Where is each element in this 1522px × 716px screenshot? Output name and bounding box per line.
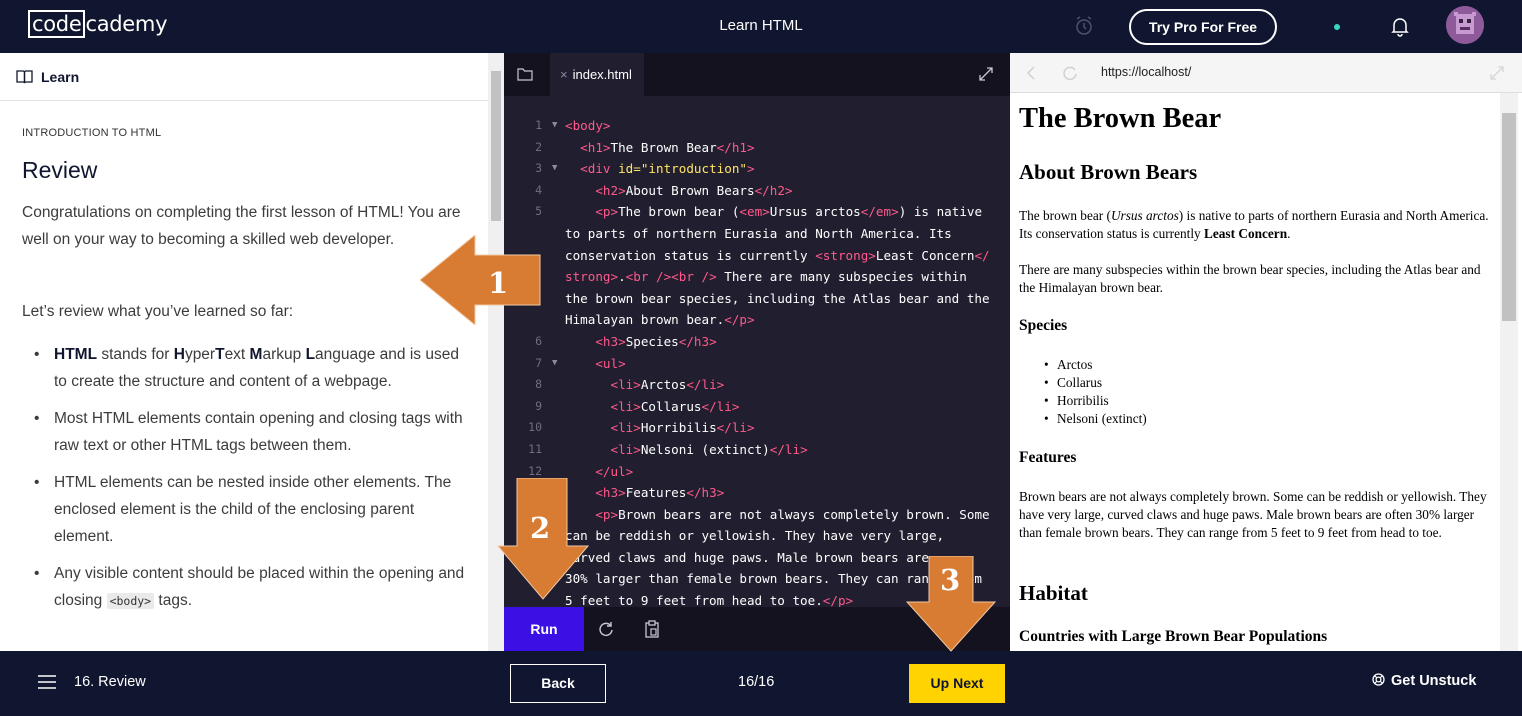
expand-icon[interactable] — [978, 66, 994, 82]
clipboard-icon[interactable] — [644, 620, 660, 638]
list-item: Most HTML elements contain opening and c… — [32, 405, 472, 459]
editor-tab-bar: × index.html — [504, 53, 1010, 96]
code-line: 9 <li>Collarus</li> — [535, 398, 740, 414]
intro-paragraph: Congratulations on completing the first … — [22, 204, 461, 248]
list-item: Nelsoni (extinct) — [1044, 410, 1147, 428]
annotation-number: 3 — [940, 563, 960, 597]
code-line: 5 <p>The brown bear (<em>Ursus arctos</e… — [535, 204, 983, 220]
scrollbar-thumb[interactable] — [491, 71, 501, 221]
code-line-wrap: the brown bear species, including the At… — [565, 290, 990, 306]
up-next-button[interactable]: Up Next — [909, 664, 1005, 703]
preview-species-list: Arctos Collarus Horribilis Nelsoni (exti… — [1044, 356, 1147, 428]
back-button[interactable]: Back — [510, 664, 606, 703]
code-line-wrap: strong>.<br /><br /> There are many subs… — [565, 269, 967, 285]
learn-panel: Learn INTRODUCTION TO HTML Review Congra… — [0, 53, 488, 651]
list-item: Any visible content should be placed wit… — [32, 560, 472, 615]
list-item: Horribilis — [1044, 392, 1147, 410]
reset-icon[interactable] — [598, 621, 614, 637]
lifebuoy-icon — [1372, 673, 1385, 686]
preview-h3-features: Features — [1019, 449, 1077, 466]
back-arrow-icon[interactable] — [1025, 65, 1037, 81]
code-line-wrap: conservation status is currently <strong… — [565, 247, 990, 263]
browser-preview: https://localhost/ The Brown Bear About … — [1010, 53, 1522, 651]
review-list: HTML stands for HyperText Markup Languag… — [32, 341, 472, 625]
close-tab-icon[interactable]: × — [560, 67, 568, 82]
expand-icon[interactable] — [1489, 65, 1505, 81]
code-line-wrap: Himalayan brown bear.</p> — [565, 312, 755, 328]
code-line: 2 <h1>The Brown Bear</h1> — [535, 139, 755, 155]
code-line: 1 ▼ <body> — [535, 118, 611, 133]
bottom-bar: 16. Review Back 16/16 Up Next Get Unstuc… — [0, 651, 1522, 716]
get-unstuck-button[interactable]: Get Unstuck — [1372, 673, 1476, 689]
list-item: Arctos — [1044, 356, 1147, 374]
book-icon — [16, 70, 33, 84]
preview-h2-habitat: Habitat — [1019, 581, 1088, 605]
preview-paragraph-subspecies: There are many subspecies within the bro… — [1019, 262, 1481, 295]
review-line: Let’s review what you’ve learned so far: — [22, 303, 294, 320]
try-pro-button[interactable]: Try Pro For Free — [1129, 9, 1277, 45]
code-line: 8 <li>Arctos</li> — [535, 377, 725, 393]
preview-h3-countries: Countries with Large Brown Bear Populati… — [1019, 628, 1328, 645]
annotation-arrow-3: 3 — [906, 556, 996, 652]
url-bar[interactable]: https://localhost/ — [1101, 65, 1191, 79]
run-button[interactable]: Run — [504, 607, 584, 651]
page-title: Review — [22, 157, 98, 183]
preview-paragraph-features: Brown bears are not always completely br… — [1019, 489, 1487, 540]
code-line: 11 <li>Nelsoni (extinct)</li> — [528, 441, 808, 457]
reload-icon[interactable] — [1062, 65, 1078, 81]
notification-dot — [1334, 24, 1340, 30]
folder-icon[interactable] — [517, 67, 533, 81]
file-tab-index-html[interactable]: × index.html — [550, 53, 644, 96]
bell-icon[interactable] — [1390, 15, 1410, 37]
codecademy-app: codecademy Learn HTML Try Pro For Free — [0, 0, 1522, 716]
preview-h2-about: About Brown Bears — [1019, 160, 1198, 184]
avatar-pixel-icon — [1446, 6, 1484, 44]
lesson-progress: 16/16 — [738, 674, 775, 690]
preview-paragraph-intro: The brown bear (Ursus arctos) is native … — [1019, 208, 1489, 241]
rendered-page: The Brown Bear About Brown Bears The bro… — [1019, 93, 1497, 651]
preview-h1: The Brown Bear — [1019, 103, 1222, 134]
annotation-arrow-1: 1 — [420, 235, 541, 325]
preview-h3-species: Species — [1019, 317, 1068, 334]
list-item: Collarus — [1044, 374, 1147, 392]
annotation-arrow-2: 2 — [497, 478, 589, 600]
code-line-wrap: to parts of northern Eurasia and North A… — [565, 225, 952, 241]
code-line: 4 <h2>About Brown Bears</h2> — [535, 182, 793, 198]
section-label: INTRODUCTION TO HTML — [22, 127, 162, 139]
browser-bar: https://localhost/ — [1010, 53, 1522, 93]
user-avatar[interactable] — [1446, 6, 1484, 44]
lesson-label[interactable]: 16. Review — [74, 674, 146, 690]
list-item: HTML stands for HyperText Markup Languag… — [32, 341, 472, 395]
preview-scrollbar[interactable] — [1500, 93, 1518, 651]
learn-tab-label[interactable]: Learn — [41, 69, 79, 85]
body-tag-code: <body> — [106, 593, 155, 609]
annotation-number: 2 — [530, 511, 550, 545]
get-unstuck-label: Get Unstuck — [1391, 673, 1477, 689]
file-tab-label: index.html — [572, 67, 632, 82]
list-item: HTML elements can be nested inside other… — [32, 469, 472, 550]
hamburger-menu-icon[interactable] — [38, 675, 56, 689]
code-line: 3 ▼ <div id="introduction"> — [535, 161, 755, 177]
learn-header: Learn — [0, 53, 488, 101]
alarm-clock-icon[interactable] — [1074, 15, 1094, 37]
code-line: 10 <li>Horribilis</li> — [528, 420, 755, 436]
code-line: 6 <h3>Species</h3> — [535, 333, 717, 349]
code-line: 7 ▼ <ul> — [535, 355, 626, 371]
top-bar: code cademy Learn HTML Try Pro For Free — [0, 0, 1522, 53]
annotation-number: 1 — [488, 266, 508, 300]
course-title: Learn HTML — [719, 17, 803, 34]
scrollbar-thumb[interactable] — [1502, 113, 1516, 321]
